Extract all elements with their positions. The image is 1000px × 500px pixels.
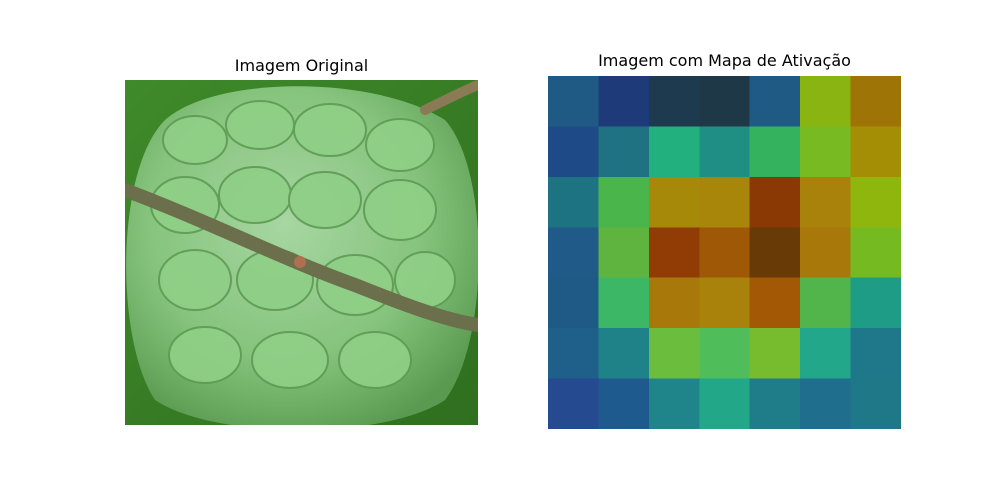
heatmap-cell	[548, 76, 599, 127]
heatmap-cell	[598, 76, 650, 127]
heatmap-cell	[749, 328, 801, 380]
heatmap-cell	[850, 176, 901, 228]
heatmap-cell	[598, 227, 650, 279]
heatmap-cell	[699, 277, 751, 329]
heatmap-cell	[800, 126, 852, 178]
heatmap-cell	[850, 126, 901, 178]
heatmap-cell	[800, 76, 852, 127]
original-fruit-image	[125, 80, 478, 425]
heatmap-cell	[648, 328, 700, 380]
heatmap-cell	[699, 126, 751, 178]
heatmap-cell	[548, 378, 599, 429]
heatmap-cell	[699, 176, 751, 228]
activation-heatmap	[548, 76, 901, 429]
original-image-title: Imagem Original	[234, 56, 369, 75]
heatmap-cell	[598, 328, 650, 380]
heatmap-cell	[548, 277, 599, 329]
heatmap-cell	[648, 227, 700, 279]
heatmap-cell	[699, 328, 751, 380]
heatmap-cell	[850, 227, 901, 279]
heatmap-cell	[548, 227, 599, 279]
heatmap-cell	[800, 277, 852, 329]
heatmap-cell	[800, 328, 852, 380]
heatmap-cell	[749, 378, 801, 429]
heatmap-cell	[749, 176, 801, 228]
heatmap-cell	[850, 76, 901, 127]
heatmap-cell	[548, 126, 599, 178]
heatmap-cell	[800, 176, 852, 228]
heatmap-cell	[648, 277, 700, 329]
heatmap-cell	[548, 176, 599, 228]
heatmap-cell	[699, 76, 751, 127]
heatmap-cell	[850, 378, 901, 429]
heatmap-cell	[749, 126, 801, 178]
heatmap-cell	[850, 328, 901, 380]
heatmap-cell	[699, 227, 751, 279]
heatmap-cell	[548, 328, 599, 380]
heatmap-cell	[800, 227, 852, 279]
heatmap-cell	[598, 126, 650, 178]
heatmap-cell	[648, 76, 700, 127]
heatmap-cell	[699, 378, 751, 429]
heatmap-cell	[598, 176, 650, 228]
heatmap-cell	[648, 176, 700, 228]
heatmap-cell	[749, 227, 801, 279]
heatmap-cell	[749, 76, 801, 127]
heatmap-cell	[800, 378, 852, 429]
heatmap-cell	[598, 277, 650, 329]
activation-map-title: Imagem com Mapa de Ativação	[598, 51, 851, 70]
heatmap-cell	[648, 378, 700, 429]
branch-node	[294, 256, 306, 268]
heatmap-cell	[850, 277, 901, 329]
heatmap-cell	[749, 277, 801, 329]
heatmap-cell	[598, 378, 650, 429]
heatmap-cell	[648, 126, 700, 178]
